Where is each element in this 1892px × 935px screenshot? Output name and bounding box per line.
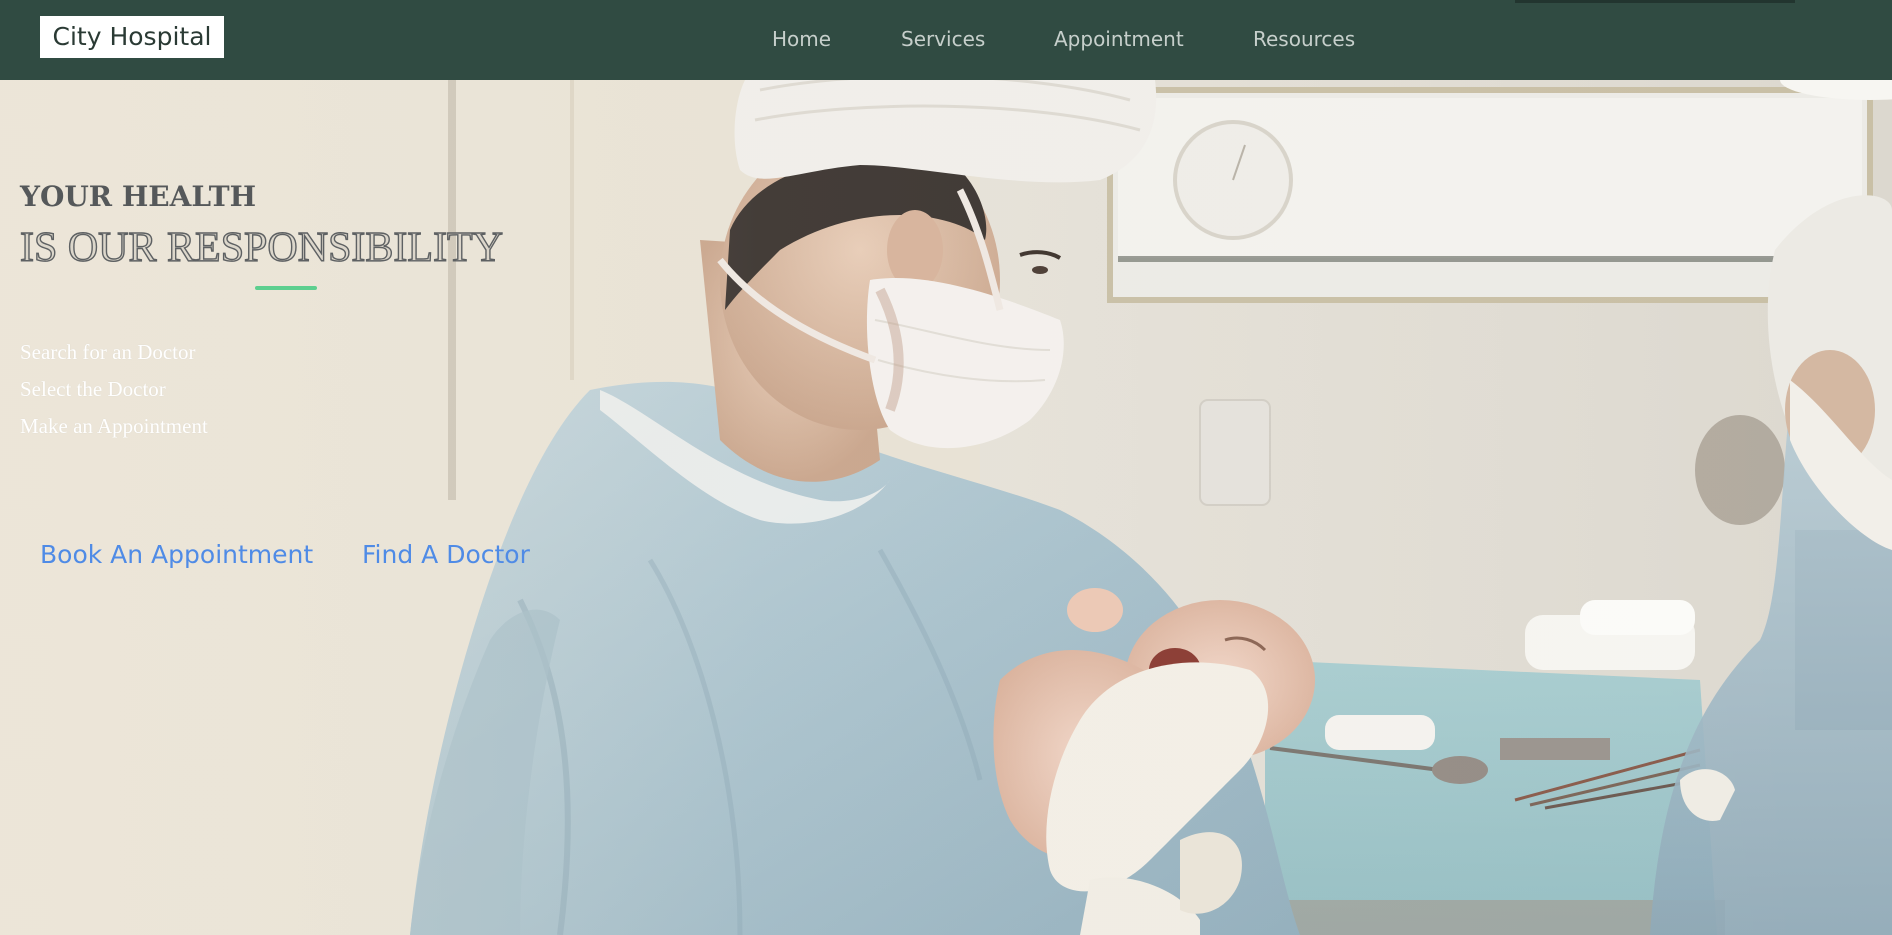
nav-link-appointment[interactable]: Appointment — [1054, 27, 1184, 51]
step-select-doctor: Select the Doctor — [20, 377, 166, 401]
hero-background-photo — [0, 80, 1892, 935]
hero-headline-line2: IS OUR RESPONSIBILITY — [19, 224, 504, 271]
headline-accent-bar — [255, 286, 317, 290]
step-make-appointment: Make an Appointment — [20, 414, 208, 438]
nav-link-resources[interactable]: Resources — [1253, 27, 1355, 51]
main-nav: Home Services Appointment Resources — [0, 0, 1892, 80]
book-appointment-button[interactable]: Book An Appointment — [40, 540, 313, 569]
step-search-doctor: Search for an Doctor — [20, 340, 196, 364]
nav-link-home[interactable]: Home — [772, 27, 831, 51]
page: City Hospital Home Services Appointment … — [0, 0, 1892, 935]
hero-section: YOUR HEALTH IS OUR RESPONSIBILITY IS OUR… — [0, 80, 1892, 935]
nav-link-services[interactable]: Services — [901, 27, 985, 51]
top-navbar: City Hospital Home Services Appointment … — [0, 0, 1892, 80]
find-doctor-button[interactable]: Find A Doctor — [362, 540, 530, 569]
hero-headline-line1: YOUR HEALTH — [20, 180, 257, 213]
